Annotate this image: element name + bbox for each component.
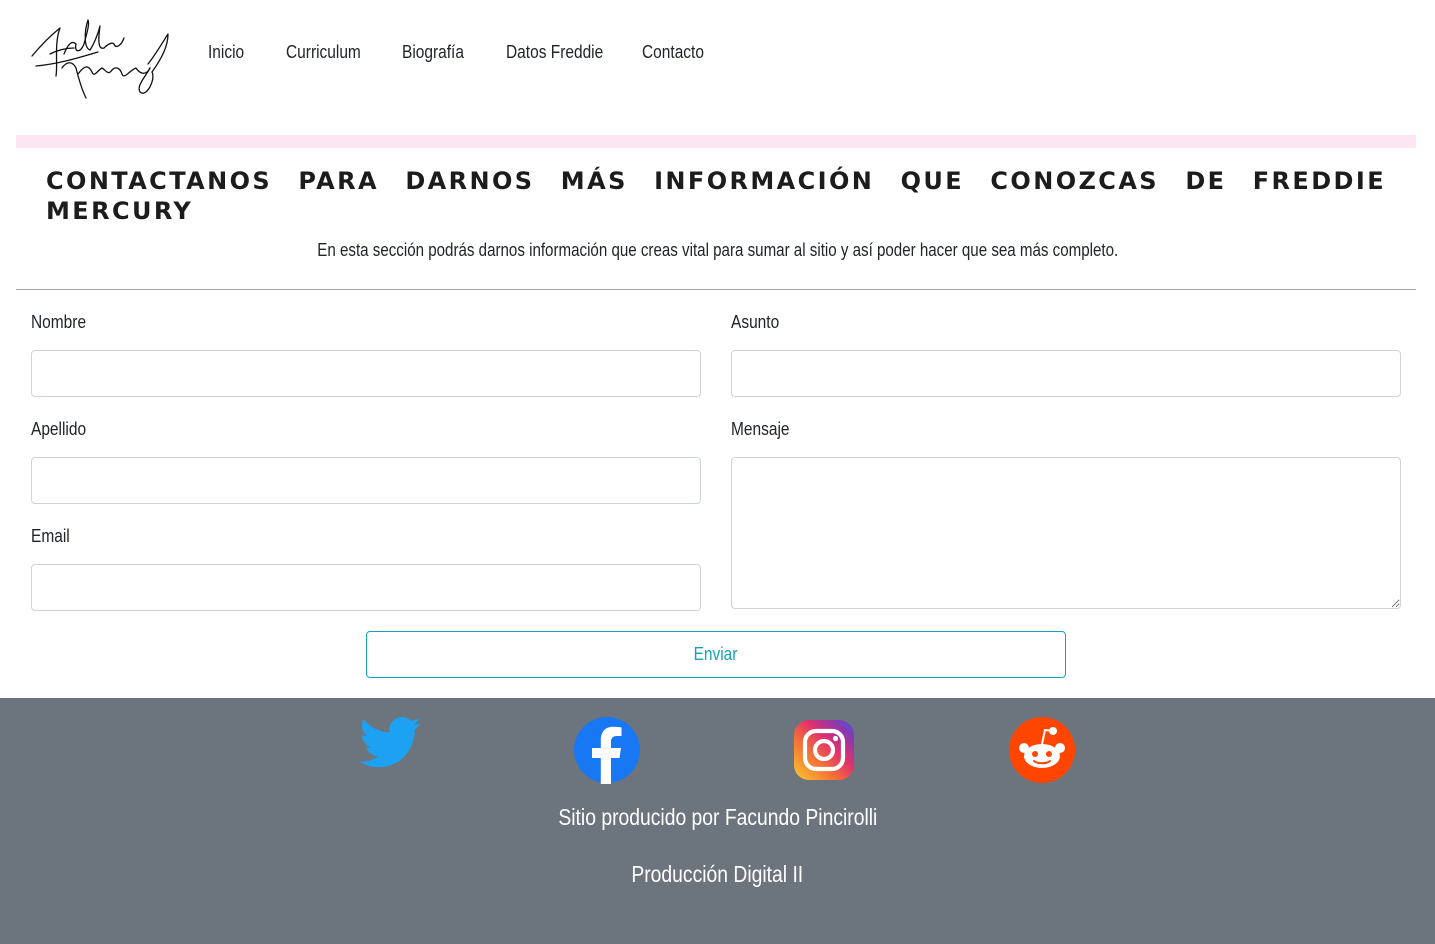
nav-link-contacto[interactable]: Contacto: [642, 42, 704, 63]
send-button[interactable]: Enviar: [366, 631, 1066, 678]
nombre-label: Nombre: [31, 312, 87, 332]
asunto-field[interactable]: [731, 350, 1401, 397]
section-divider: [16, 289, 1416, 290]
footer-credit: Sitio producido por Facundo Pincirolli: [0, 804, 1435, 831]
mensaje-textarea[interactable]: [731, 457, 1401, 609]
footer-course-text: Producción Digital II: [631, 861, 804, 887]
page-subtitle-text: En esta sección podrás darnos informació…: [317, 240, 1118, 260]
signature-logo[interactable]: [28, 14, 170, 100]
apellido-label: Apellido: [31, 419, 87, 439]
nombre-field[interactable]: [31, 350, 701, 397]
page-title: Contactanos para darnos más información …: [46, 167, 1386, 225]
send-button-label: Enviar: [694, 644, 738, 664]
nav-link-inicio[interactable]: Inicio: [208, 42, 244, 63]
mensaje-label: Mensaje: [731, 419, 790, 439]
page-subtitle: En esta sección podrás darnos informació…: [0, 240, 1435, 261]
asunto-label: Asunto: [731, 312, 780, 332]
email-label: Email: [31, 526, 70, 546]
footer-credit-text: Sitio producido por Facundo Pincirolli: [558, 804, 877, 830]
navbar: Inicio Curriculum Biografía Datos Freddi…: [0, 0, 1435, 110]
nav-link-biografia[interactable]: Biografía: [402, 42, 464, 63]
nav-link-datos-freddie[interactable]: Datos Freddie: [506, 42, 603, 63]
twitter-icon[interactable]: [357, 716, 423, 772]
decorative-band: [16, 135, 1416, 148]
reddit-icon[interactable]: [1008, 716, 1076, 784]
nav-link-curriculum[interactable]: Curriculum: [286, 42, 361, 63]
email-field[interactable]: [31, 564, 701, 611]
apellido-field[interactable]: [31, 457, 701, 504]
instagram-icon[interactable]: [793, 719, 855, 781]
facebook-icon[interactable]: [573, 716, 641, 784]
footer-course: Producción Digital II: [0, 861, 1435, 888]
footer: Sitio producido por Facundo Pincirolli P…: [0, 698, 1435, 944]
